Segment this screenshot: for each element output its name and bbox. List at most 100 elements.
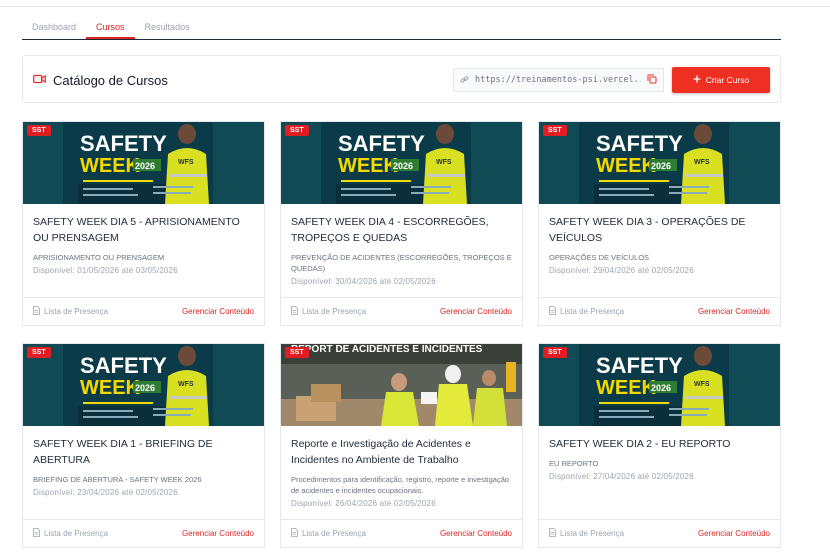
- top-divider: [0, 6, 830, 7]
- manage-content-link[interactable]: Gerenciar Conteúdo: [182, 307, 254, 316]
- document-icon: [549, 306, 556, 317]
- course-description: PREVENÇÃO DE ACIDENTES (ESCORREGÕES, TRO…: [291, 253, 512, 273]
- course-title: SAFETY WEEK DIA 5 - APRISIONAMENTO OU PR…: [33, 216, 240, 244]
- course-availability: Disponível: 27/04/2026 até 02/05/2026: [549, 472, 694, 481]
- attendance-list-link[interactable]: Lista de Presença: [291, 306, 366, 317]
- attendance-list-link[interactable]: Lista de Presença: [291, 528, 366, 539]
- course-card[interactable]: SAFETY WEEK 2026 WFS SST SAFETY WEEK DIA…: [538, 343, 781, 548]
- safety-text: SAFETY: [596, 131, 683, 156]
- document-icon: [291, 528, 298, 539]
- attendance-list-label: Lista de Presença: [44, 307, 109, 316]
- year-text: 2026: [393, 161, 413, 171]
- manage-content-link[interactable]: Gerenciar Conteúdo: [698, 529, 770, 538]
- course-description: Procedimentos para identificação, regist…: [291, 475, 510, 495]
- attendance-list-label: Lista de Presença: [560, 307, 625, 316]
- video-icon: [33, 71, 46, 89]
- course-availability: Disponível: 01/05/2026 até 03/05/2026: [33, 266, 178, 275]
- card-footer: Lista de Presença Gerenciar Conteúdo: [539, 297, 780, 325]
- card-footer: Lista de Presença Gerenciar Conteúdo: [23, 519, 264, 547]
- attendance-list-link[interactable]: Lista de Presença: [33, 528, 108, 539]
- vest-text: WFS: [178, 381, 194, 388]
- year-text: 2026: [135, 161, 155, 171]
- course-availability: Disponível: 29/04/2026 até 02/05/2026: [549, 266, 694, 275]
- share-url-field[interactable]: https://treinamentos-psi.vercel...: [453, 68, 664, 92]
- course-title: SAFETY WEEK DIA 1 - BRIEFING DE ABERTURA: [33, 438, 213, 466]
- safety-text: SAFETY: [596, 353, 683, 378]
- course-card[interactable]: SAFETY WEEK 2026 WFS SST SAFETY WEEK DIA…: [280, 121, 523, 326]
- report-banner-text: REPORT DE ACIDENTES E INCIDENTES: [291, 344, 483, 355]
- attendance-list-label: Lista de Presença: [560, 529, 625, 538]
- attendance-list-label: Lista de Presença: [302, 307, 367, 316]
- document-icon: [549, 528, 556, 539]
- course-description: OPERAÇÕES DE VEÍCULOS: [549, 253, 650, 262]
- course-thumbnail: SAFETY WEEK 2026 WFS SST: [23, 122, 264, 204]
- card-footer: Lista de Presença Gerenciar Conteúdo: [23, 297, 264, 325]
- course-title: SAFETY WEEK DIA 2 - EU REPORTO: [549, 438, 731, 450]
- safety-text: SAFETY: [80, 353, 167, 378]
- document-icon: [291, 306, 298, 317]
- nav-tabs: Dashboard Cursos Resultados: [22, 14, 781, 40]
- week-text: WEEK: [596, 377, 657, 399]
- course-description: EU REPORTO: [549, 459, 599, 468]
- manage-content-link[interactable]: Gerenciar Conteúdo: [182, 529, 254, 538]
- category-badge: SST: [285, 347, 309, 358]
- category-badge: SST: [285, 125, 309, 136]
- manage-content-link[interactable]: Gerenciar Conteúdo: [440, 307, 512, 316]
- year-text: 2026: [135, 383, 155, 393]
- course-title: SAFETY WEEK DIA 3 - OPERAÇÕES DE VEÍCULO…: [549, 216, 746, 244]
- attendance-list-link[interactable]: Lista de Presença: [33, 306, 108, 317]
- plus-icon: [693, 75, 701, 85]
- course-card[interactable]: SAFETY WEEK 2026 WFS SST SAFETY WEEK DIA…: [538, 121, 781, 326]
- week-text: WEEK: [338, 155, 399, 177]
- course-thumbnail: SAFETY WEEK 2026 WFS SST: [281, 122, 522, 204]
- manage-content-link[interactable]: Gerenciar Conteúdo: [698, 307, 770, 316]
- category-badge: SST: [543, 125, 567, 136]
- link-icon: [460, 71, 469, 89]
- page-title: Catálogo de Cursos: [33, 71, 168, 89]
- course-thumbnail: REPORT DE ACIDENTES E INCIDENTES SST: [281, 344, 522, 426]
- vest-text: WFS: [694, 381, 710, 388]
- course-title: SAFETY WEEK DIA 4 - ESCORREGÕES, TROPEÇO…: [291, 216, 489, 244]
- course-description: APRISIONAMENTO OU PRENSAGEM: [33, 253, 165, 262]
- vest-text: WFS: [178, 159, 194, 166]
- share-url-text: https://treinamentos-psi.vercel...: [475, 75, 641, 85]
- year-text: 2026: [651, 383, 671, 393]
- create-course-button[interactable]: Criar Curso: [672, 67, 770, 93]
- page-title-text: Catálogo de Cursos: [53, 72, 168, 88]
- year-text: 2026: [651, 161, 671, 171]
- course-thumbnail: SAFETY WEEK 2026 WFS SST: [539, 344, 780, 426]
- safety-text: SAFETY: [80, 131, 167, 156]
- category-badge: SST: [543, 347, 567, 358]
- course-description: BRIEFING DE ABERTURA - SAFETY WEEK 2026: [33, 475, 202, 484]
- course-thumbnail: SAFETY WEEK 2026 WFS SST: [539, 122, 780, 204]
- document-icon: [33, 528, 40, 539]
- course-availability: Disponível: 26/04/2026 até 02/05/2026: [291, 499, 436, 508]
- vest-text: WFS: [436, 159, 452, 166]
- manage-content-link[interactable]: Gerenciar Conteúdo: [440, 529, 512, 538]
- vest-text: WFS: [694, 159, 710, 166]
- course-card[interactable]: REPORT DE ACIDENTES E INCIDENTES SST Rep…: [280, 343, 523, 548]
- card-footer: Lista de Presença Gerenciar Conteúdo: [281, 519, 522, 547]
- attendance-list-label: Lista de Presença: [44, 529, 109, 538]
- attendance-list-label: Lista de Presença: [302, 529, 367, 538]
- category-badge: SST: [27, 347, 51, 358]
- course-card[interactable]: SAFETY WEEK 2026 WFS SST SAFETY WEEK DIA…: [22, 121, 265, 326]
- card-footer: Lista de Presença Gerenciar Conteúdo: [281, 297, 522, 325]
- attendance-list-link[interactable]: Lista de Presença: [549, 306, 624, 317]
- attendance-list-link[interactable]: Lista de Presença: [549, 528, 624, 539]
- week-text: WEEK: [80, 155, 141, 177]
- tab-dashboard[interactable]: Dashboard: [22, 14, 86, 39]
- tab-cursos[interactable]: Cursos: [86, 14, 135, 39]
- category-badge: SST: [27, 125, 51, 136]
- course-availability: Disponível: 30/04/2026 até 02/05/2026: [291, 277, 436, 286]
- course-card[interactable]: SAFETY WEEK 2026 WFS SST SAFETY WEEK DIA…: [22, 343, 265, 548]
- tab-resultados[interactable]: Resultados: [135, 14, 200, 39]
- safety-text: SAFETY: [338, 131, 425, 156]
- document-icon: [33, 306, 40, 317]
- course-title: Reporte e Investigação de Acidentes e In…: [291, 438, 471, 466]
- course-thumbnail: SAFETY WEEK 2026 WFS SST: [23, 344, 264, 426]
- catalog-header: Catálogo de Cursos https://treinamentos-…: [22, 55, 781, 103]
- create-course-label: Criar Curso: [705, 75, 750, 85]
- copy-icon[interactable]: [647, 71, 657, 89]
- card-footer: Lista de Presença Gerenciar Conteúdo: [539, 519, 780, 547]
